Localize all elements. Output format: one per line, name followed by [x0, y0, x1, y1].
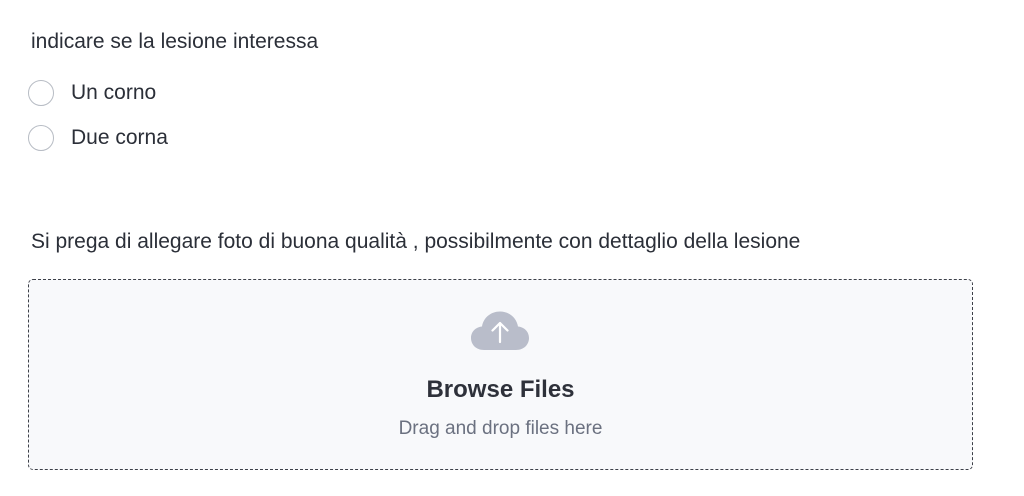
browse-files-title[interactable]: Browse Files [29, 376, 972, 404]
photo-upload-label: Si prega di allegare foto di buona quali… [31, 230, 801, 253]
radio-option-due-corna[interactable]: Due corna [28, 124, 168, 152]
radio-label-due-corna[interactable]: Due corna [71, 126, 168, 150]
radio-button-un-corno[interactable] [28, 80, 54, 106]
file-dropzone[interactable]: Browse Files Drag and drop files here [28, 279, 973, 470]
cloud-upload-icon [471, 311, 529, 350]
lesion-question-label: indicare se la lesione interessa [31, 30, 319, 53]
radio-label-un-corno[interactable]: Un corno [71, 81, 156, 105]
radio-button-due-corna[interactable] [28, 125, 54, 151]
drag-drop-hint: Drag and drop files here [398, 418, 603, 439]
radio-option-un-corno[interactable]: Un corno [28, 79, 156, 107]
